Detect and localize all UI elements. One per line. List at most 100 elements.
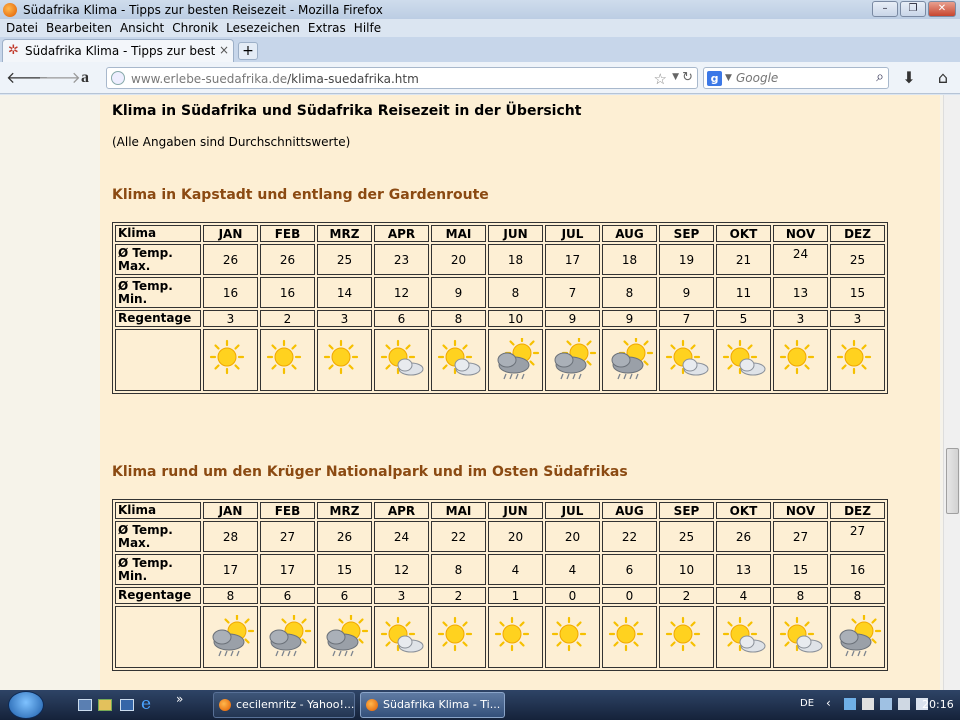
row-label-line: Ø Temp. xyxy=(118,555,173,570)
month-header: SEP xyxy=(659,225,714,242)
start-button[interactable] xyxy=(8,691,44,719)
header-label: Klima xyxy=(115,225,201,242)
table-row: Ø Temp. Min. 16 16 14 12 9 8 7 8 9 11 13 15 xyxy=(115,277,885,308)
menu-chronik[interactable]: Chronik xyxy=(172,21,218,35)
scrollbar-thumb[interactable] xyxy=(946,448,959,514)
table-row xyxy=(115,606,885,668)
monitor-icon[interactable] xyxy=(880,698,892,710)
row-label: Regentage xyxy=(115,310,201,327)
back-arrow-icon[interactable]: 🡐 xyxy=(6,68,49,88)
window-titlebar: Südafrika Klima - Tipps zur besten Reise… xyxy=(0,0,960,19)
row-label-line: Min. xyxy=(118,568,148,583)
menu-bearbeiten[interactable]: Bearbeiten xyxy=(46,21,112,35)
tab-suedafrika-klima[interactable]: ✲ Südafrika Klima - Tipps zur besten Rei… xyxy=(2,39,234,62)
sun-cloud-icon xyxy=(378,616,426,653)
row-label: Ø Temp. Max. xyxy=(115,244,201,275)
task-yahoo[interactable]: cecilemritz - Yahoo!... xyxy=(213,692,355,718)
rain-days-cell: 3 xyxy=(830,310,885,327)
explorer-icon[interactable] xyxy=(98,699,112,711)
vertical-scrollbar[interactable] xyxy=(943,95,960,690)
rain-days-cell: 3 xyxy=(374,587,429,604)
language-indicator[interactable]: DE xyxy=(800,698,814,709)
weather-cell xyxy=(773,329,828,391)
sun-icon xyxy=(663,616,711,652)
search-icon[interactable]: ⌕ xyxy=(876,69,884,85)
temperature-cell: 14 xyxy=(317,277,372,308)
section-title-krueger: Klima rund um den Krüger Nationalpark un… xyxy=(112,464,628,480)
home-icon[interactable]: ⌂ xyxy=(932,68,954,88)
window-title: Südafrika Klima - Tipps zur besten Reise… xyxy=(23,2,383,17)
temperature-cell: 6 xyxy=(602,554,657,585)
internet-explorer-icon[interactable]: e xyxy=(141,694,151,714)
tray-arrow-icon[interactable]: ‹ xyxy=(826,696,831,710)
search-input[interactable] xyxy=(736,70,866,86)
rain-days-cell: 8 xyxy=(773,587,828,604)
bookmark-star-icon[interactable]: ☆ xyxy=(654,70,667,88)
signal-icon[interactable] xyxy=(898,698,910,710)
weather-cell xyxy=(716,329,771,391)
weather-cell xyxy=(602,329,657,391)
temperature-cell: 26 xyxy=(203,244,258,275)
rain-days-cell: 9 xyxy=(545,310,600,327)
amazon-icon[interactable]: a xyxy=(74,68,96,88)
rain-days-cell: 6 xyxy=(317,587,372,604)
close-window-button[interactable]: ✕ xyxy=(928,1,956,17)
row-label-line: Max. xyxy=(118,535,151,550)
temperature-cell: 17 xyxy=(203,554,258,585)
page-note: (Alle Angaben sind Durchschnittswerte) xyxy=(112,135,351,149)
search-engine-dropdown-icon[interactable]: ▼ xyxy=(725,73,732,83)
climate-table-kapstadt: Klima JAN FEB MRZ APR MAI JUN JUL AUG SEP OKT NOV DE… xyxy=(112,222,888,394)
tab-close-icon[interactable]: × xyxy=(219,43,229,57)
temperature-cell: 4 xyxy=(545,554,600,585)
menu-datei[interactable]: Datei xyxy=(6,21,38,35)
row-label-line: Ø Temp. xyxy=(118,522,173,537)
temperature-cell: 15 xyxy=(773,554,828,585)
task-suedafrika-klima[interactable]: Südafrika Klima - Ti... xyxy=(360,692,505,718)
media-icon[interactable] xyxy=(120,699,134,711)
forward-arrow-icon[interactable]: 🡒 xyxy=(38,68,81,88)
storm-sun-icon xyxy=(321,615,369,657)
google-icon[interactable]: g xyxy=(707,71,722,86)
firefox-task-icon xyxy=(366,699,378,711)
rain-cloud-icon xyxy=(606,338,654,380)
firefox-icon xyxy=(3,2,17,17)
temperature-cell: 15 xyxy=(830,277,885,308)
url-text[interactable]: www.erlebe-suedafrika.de/klima-suedafrik… xyxy=(131,72,419,86)
url-dropdown-icon[interactable]: ▼ xyxy=(672,72,679,82)
site-favicon-icon: ✲ xyxy=(8,43,19,58)
weather-cell xyxy=(317,606,372,668)
tray-icons xyxy=(844,698,928,710)
clock[interactable]: 20:16 xyxy=(922,698,954,711)
sun-icon xyxy=(321,339,369,375)
search-bar[interactable]: g ▼ ⌕ xyxy=(703,67,889,89)
month-header: JAN xyxy=(203,225,258,242)
menu-hilfe[interactable]: Hilfe xyxy=(354,21,381,35)
row-label-line: Max. xyxy=(118,258,151,273)
security-icon[interactable] xyxy=(862,698,874,710)
maximize-button[interactable]: ❐ xyxy=(900,1,926,17)
row-label: Ø Temp. Min. xyxy=(115,554,201,585)
storm-sun-icon xyxy=(207,615,255,657)
download-arrow-icon[interactable]: ⬇ xyxy=(898,68,920,88)
weather-cell xyxy=(260,329,315,391)
month-header: JUL xyxy=(545,502,600,519)
url-bar[interactable]: www.erlebe-suedafrika.de/klima-suedafrik… xyxy=(106,67,698,89)
menu-extras[interactable]: Extras xyxy=(308,21,346,35)
rain-days-cell: 4 xyxy=(716,587,771,604)
reload-icon[interactable]: ↻ xyxy=(682,70,693,85)
section-title-kapstadt: Klima in Kapstadt und entlang der Garden… xyxy=(112,187,489,203)
task-label: cecilemritz - Yahoo!... xyxy=(236,698,355,711)
show-desktop-icon[interactable] xyxy=(78,699,92,711)
menu-lesezeichen[interactable]: Lesezeichen xyxy=(226,21,300,35)
temperature-cell: 24 xyxy=(773,244,828,275)
menu-ansicht[interactable]: Ansicht xyxy=(120,21,164,35)
new-tab-button[interactable]: + xyxy=(238,42,258,60)
network-icon[interactable] xyxy=(844,698,856,710)
minimize-button[interactable]: – xyxy=(872,1,898,17)
temperature-cell: 27 xyxy=(773,521,828,552)
globe-icon xyxy=(111,71,125,85)
sun-icon xyxy=(207,339,255,375)
temperature-cell: 13 xyxy=(773,277,828,308)
taskbar-chevron[interactable]: » xyxy=(176,692,183,706)
temperature-cell: 28 xyxy=(203,521,258,552)
